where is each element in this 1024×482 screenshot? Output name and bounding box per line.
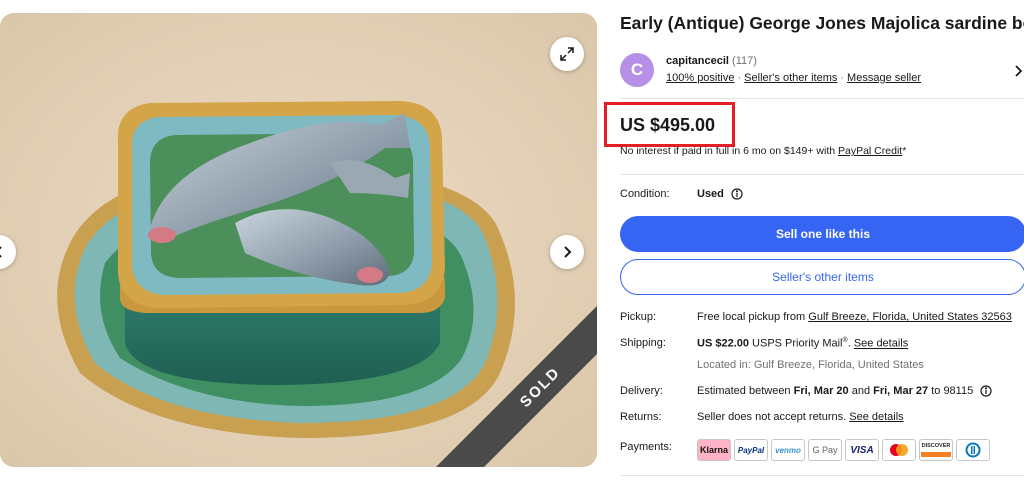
venmo-icon: venmo <box>771 439 805 461</box>
paypal-credit-link[interactable]: PayPal Credit <box>838 145 902 157</box>
financing-message: No interest if paid in full in 6 mo on $… <box>620 145 838 157</box>
chevron-left-icon <box>0 246 2 258</box>
info-icon[interactable] <box>980 385 992 397</box>
payments-label: Payments: <box>620 441 672 453</box>
returns-value: Seller does not accept returns. See deta… <box>697 411 904 423</box>
klarna-icon: Klarna <box>697 439 731 461</box>
divider <box>620 475 1024 476</box>
delivery-suffix: to 98115 <box>928 385 974 397</box>
seller-avatar[interactable]: C <box>620 53 654 87</box>
returns-label: Returns: <box>620 411 662 423</box>
seller-name[interactable]: capitancecil <box>666 55 729 67</box>
expand-icon <box>560 47 574 61</box>
seller-positive-link[interactable]: 100% positive <box>666 72 735 84</box>
pickup-value: Free local pickup from Gulf Breeze, Flor… <box>697 311 1012 323</box>
item-page: SOLD Early (Antique) George Jones Majoli… <box>0 0 1024 482</box>
divider <box>620 98 1024 99</box>
divider <box>620 174 1024 175</box>
seller-name-line: capitancecil (117) <box>666 55 757 67</box>
item-details-panel: Early (Antique) George Jones Majolica sa… <box>604 0 1024 482</box>
info-icon[interactable] <box>731 188 743 200</box>
seller-feedback-count: (117) <box>732 55 757 67</box>
discover-icon: DISCOVER <box>919 439 953 461</box>
seller-links: 100% positive · Seller's other items · Messa… <box>666 72 921 84</box>
seller-card[interactable]: C capitancecil (117) 100% positive · Selle… <box>620 52 1024 94</box>
sell-one-like-this-button[interactable]: Sell one like this <box>620 216 1024 252</box>
chevron-right-icon <box>564 246 572 258</box>
venmo-label: venmo <box>775 445 801 455</box>
next-image-button[interactable] <box>550 235 584 269</box>
diners-club-icon <box>956 439 990 461</box>
condition-value: Used <box>697 188 724 200</box>
visa-label: VISA <box>850 444 874 456</box>
delivery-start: Fri, Mar 20 <box>793 385 849 397</box>
pickup-label: Pickup: <box>620 311 657 323</box>
item-title: Early (Antique) George Jones Majolica sa… <box>620 13 1024 33</box>
sellers-other-items-button[interactable]: Seller's other items <box>620 259 1024 295</box>
payment-methods: Klarna PayPal venmo G Pay VISA DISCOVER <box>697 439 990 461</box>
pickup-location-link[interactable]: Gulf Breeze, Florida, United States 3256… <box>808 311 1012 323</box>
delivery-label: Delivery: <box>620 385 663 397</box>
discover-stripe <box>921 452 951 457</box>
shipping-see-details-link[interactable]: See details <box>854 338 908 350</box>
discover-label: DISCOVER <box>921 443 951 449</box>
google-pay-icon: G Pay <box>808 439 842 461</box>
item-location: Located in: Gulf Breeze, Florida, United… <box>697 359 924 371</box>
financing-asterisk: * <box>902 145 907 157</box>
returns-text: Seller does not accept returns. <box>697 411 850 423</box>
delivery-and: and <box>848 385 874 397</box>
paypal-icon: PayPal <box>734 439 768 461</box>
shipping-service: USPS Priority Mail <box>748 337 843 350</box>
delivery-value: Estimated between Fri, Mar 20 and Fri, M… <box>697 385 992 397</box>
paypal-label: PayPal <box>737 445 765 455</box>
mastercard-icon <box>882 439 916 461</box>
visa-icon: VISA <box>845 439 879 461</box>
financing-text: No interest if paid in full in 6 mo on $… <box>620 145 906 157</box>
condition-label: Condition: <box>620 188 670 200</box>
delivery-end: Fri, Mar 27 <box>873 385 929 397</box>
delivery-prefix: Estimated between <box>697 385 794 397</box>
separator-dot: · <box>737 72 742 84</box>
seller-other-items-link[interactable]: Seller's other items <box>744 72 837 84</box>
shipping-price: US $22.00 <box>697 337 749 350</box>
expand-image-button[interactable] <box>550 37 584 71</box>
returns-see-details-link[interactable]: See details <box>849 411 903 423</box>
separator-dot: · <box>840 72 845 84</box>
chevron-right-icon[interactable] <box>1012 64 1024 78</box>
message-seller-link[interactable]: Message seller <box>847 72 921 84</box>
pickup-text: Free local pickup from <box>697 311 809 323</box>
shipping-value: US $22.00 USPS Priority Mail®. See detai… <box>697 337 908 350</box>
condition-value-row: Used <box>697 188 743 200</box>
klarna-label: Klarna <box>699 445 728 455</box>
google-pay-label: G Pay <box>812 445 838 455</box>
item-price: US $495.00 <box>620 115 716 135</box>
shipping-label: Shipping: <box>620 337 666 349</box>
image-gallery[interactable]: SOLD <box>0 13 597 467</box>
